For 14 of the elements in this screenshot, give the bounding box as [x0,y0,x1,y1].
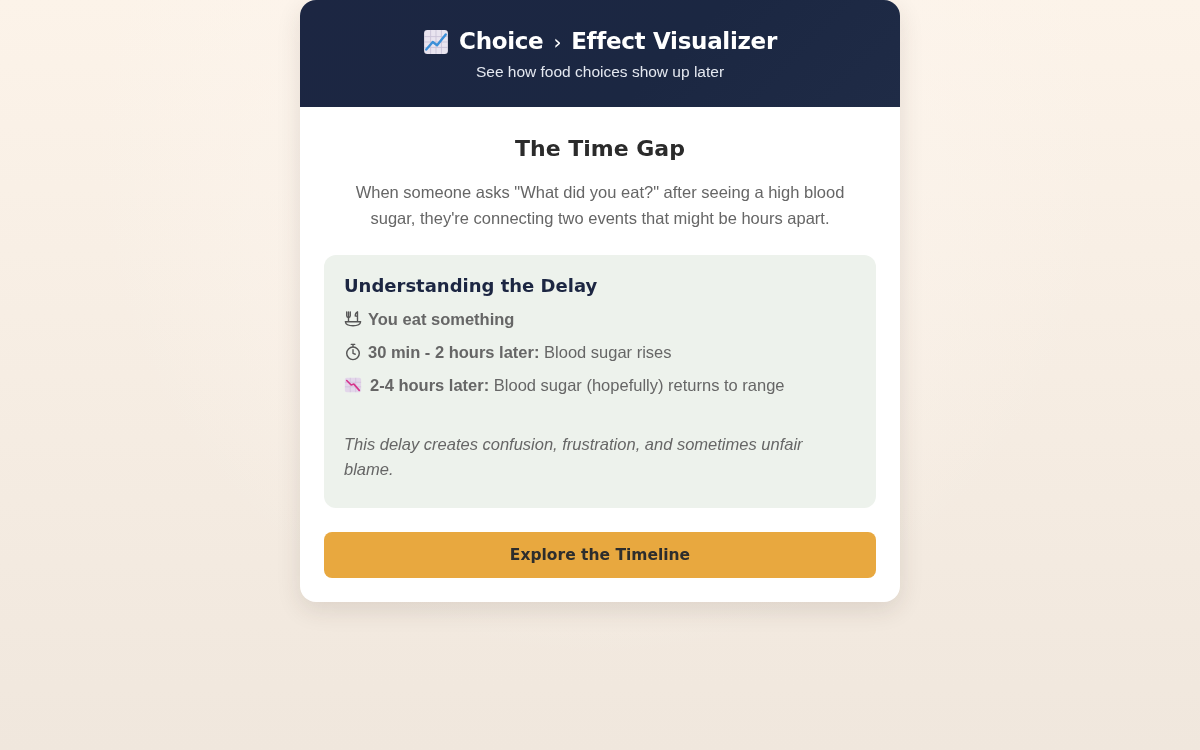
app-title: Choice › Effect Visualizer [459,27,777,56]
delay-note: This delay creates confusion, frustration, and sometimes unfair blame. [344,434,804,480]
section-title: The Time Gap [514,135,686,163]
timeline-step: You eat something [368,307,515,331]
explore-timeline-button[interactable]: Explore the Timeline [324,532,876,578]
timeline-step: 30 min - 2 hours later: Blood sugar rises [368,340,672,364]
panel-title: Understanding the Delay [344,274,599,298]
fork-plate-icon [344,310,362,328]
falling-chart-icon [344,376,362,394]
stopwatch-icon [344,343,362,361]
app-subtitle: See how food choices show up later [475,62,725,82]
intro-text: When someone asks "What did you eat?" after seeing a high blood sugar, they're connecting two events that might be hours apart. [354,182,846,229]
timeline-step: 2-4 hours later: Blood sugar (hopefully) returns to range [370,373,785,397]
rising-chart-icon [423,28,450,55]
